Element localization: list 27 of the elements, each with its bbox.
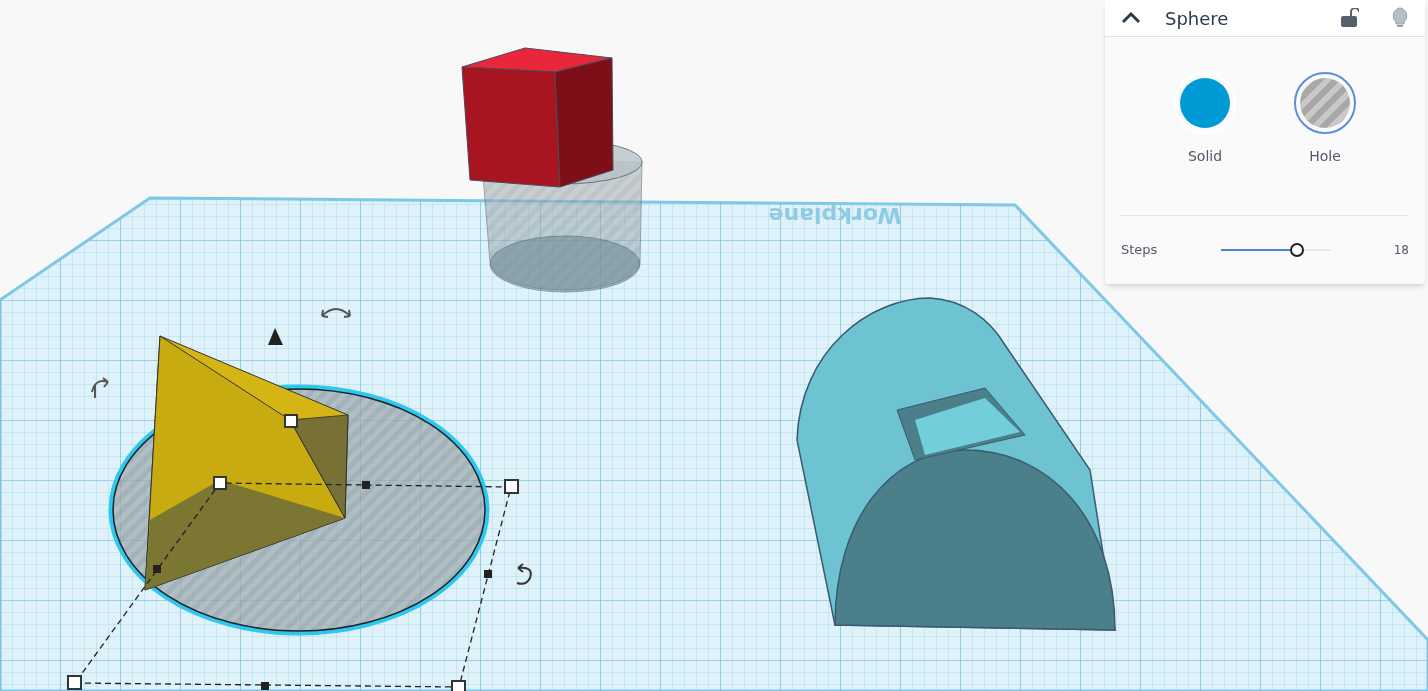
resize-handle[interactable] (451, 680, 466, 691)
steps-slider[interactable] (1221, 243, 1331, 257)
side-handle[interactable] (261, 682, 269, 690)
light-bulb-button[interactable] (1391, 7, 1409, 29)
side-handle[interactable] (484, 570, 492, 578)
shape-title: Sphere (1165, 6, 1230, 31)
rotate-arrow-icon[interactable] (91, 377, 109, 399)
chevron-up-icon (1121, 12, 1141, 24)
solid-swatch (1180, 78, 1230, 128)
light-bulb-icon (1391, 7, 1409, 29)
side-handle[interactable] (362, 481, 370, 489)
side-handle[interactable] (153, 565, 161, 573)
rotate-arrow-icon[interactable] (516, 563, 532, 585)
steps-label: Steps (1121, 241, 1159, 260)
lock-button[interactable] (1341, 8, 1359, 28)
cone-handle[interactable] (268, 328, 283, 345)
slider-thumb[interactable] (1289, 243, 1304, 257)
steps-value: 18 (1393, 242, 1409, 259)
padlock-icon (1341, 8, 1359, 28)
resize-handle[interactable] (213, 476, 227, 490)
resize-handle[interactable] (504, 479, 519, 494)
workplane-label: Workplane (768, 203, 902, 228)
resize-handle[interactable] (67, 675, 82, 690)
rotate-arrow-icon[interactable] (321, 308, 351, 318)
resize-handle[interactable] (284, 414, 298, 428)
collapse-button[interactable] (1121, 12, 1141, 24)
hole-swatch (1300, 78, 1350, 128)
